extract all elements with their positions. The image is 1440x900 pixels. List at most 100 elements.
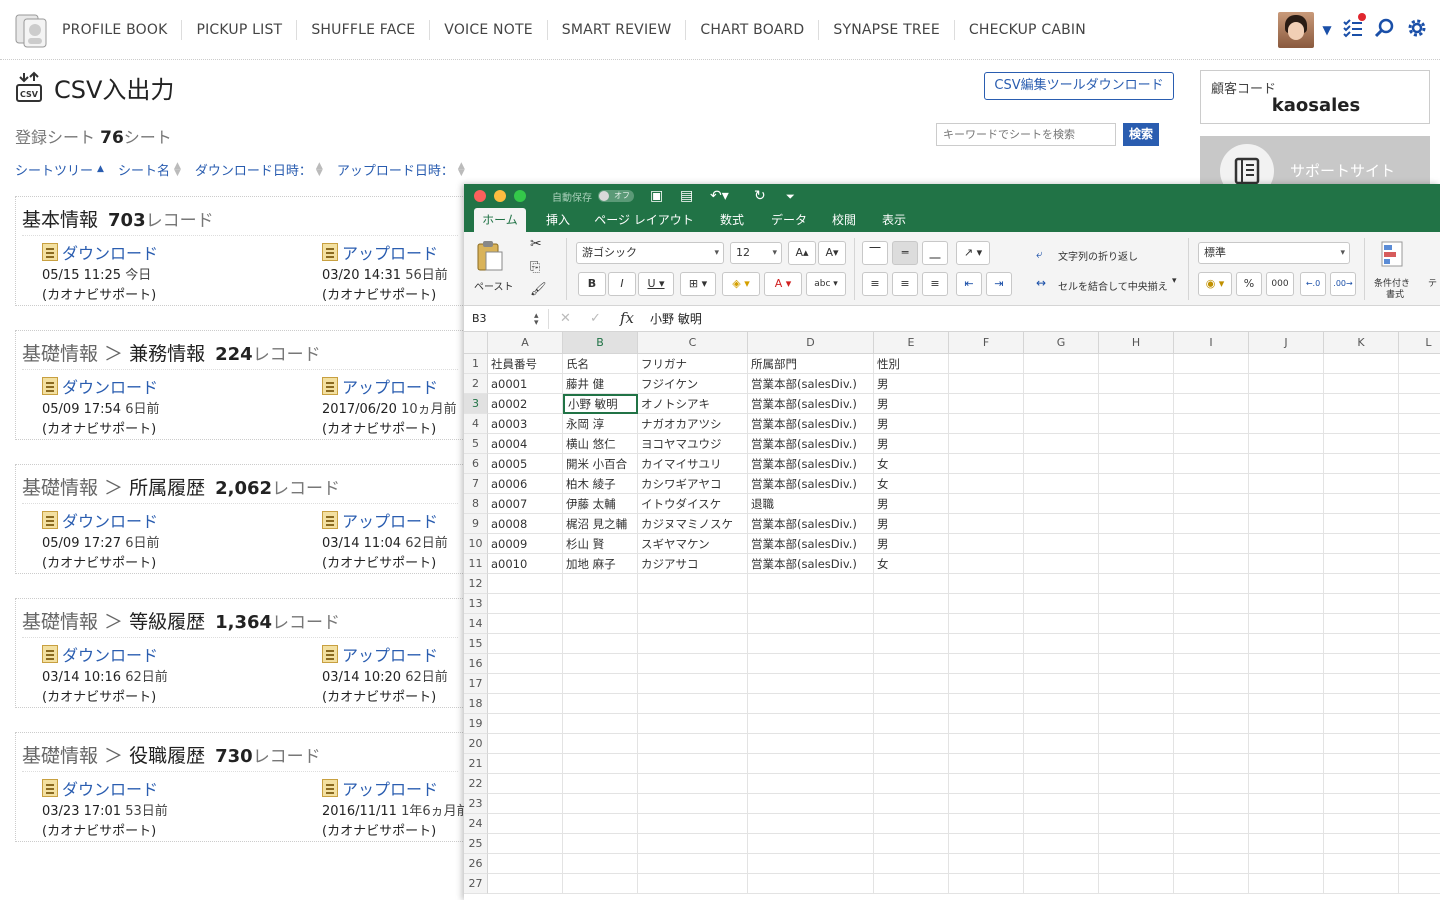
cell[interactable] — [1324, 594, 1399, 614]
cell[interactable] — [1174, 714, 1249, 734]
cell[interactable] — [874, 594, 949, 614]
cell[interactable] — [1249, 374, 1324, 394]
nav-profile-book[interactable]: PROFILE BOOK — [48, 20, 183, 40]
cell[interactable] — [1174, 474, 1249, 494]
nav-pickup-list[interactable]: PICKUP LIST — [182, 20, 298, 40]
number-format-select[interactable]: 標準 — [1198, 242, 1350, 264]
cell[interactable] — [488, 574, 563, 594]
cell[interactable] — [1324, 674, 1399, 694]
cell[interactable] — [1174, 814, 1249, 834]
cell[interactable] — [638, 794, 748, 814]
cell[interactable] — [1174, 354, 1249, 374]
cell[interactable]: a0008 — [488, 514, 563, 534]
cell[interactable] — [949, 774, 1024, 794]
cell[interactable] — [949, 414, 1024, 434]
font-color-icon[interactable]: A ▾ — [764, 272, 802, 296]
cell[interactable] — [638, 694, 748, 714]
cell[interactable] — [1174, 554, 1249, 574]
comma-icon[interactable]: 000 — [1266, 272, 1294, 296]
cell[interactable] — [1174, 834, 1249, 854]
align-top-icon[interactable]: ⎺ — [862, 241, 888, 265]
cell[interactable]: a0006 — [488, 474, 563, 494]
cell[interactable] — [949, 834, 1024, 854]
cell[interactable] — [1099, 854, 1174, 874]
cell[interactable] — [1099, 674, 1174, 694]
percent-icon[interactable]: % — [1236, 272, 1262, 296]
cell[interactable] — [1099, 514, 1174, 534]
cell[interactable] — [748, 774, 874, 794]
cell[interactable] — [1024, 514, 1099, 534]
font-shrink-icon[interactable]: A▾ — [818, 241, 846, 265]
cell[interactable]: a0004 — [488, 434, 563, 454]
cell[interactable] — [949, 534, 1024, 554]
cell[interactable] — [1399, 714, 1440, 734]
cell[interactable] — [1324, 814, 1399, 834]
row-header[interactable]: 24 — [464, 814, 488, 834]
cell[interactable] — [1324, 534, 1399, 554]
cell[interactable] — [874, 834, 949, 854]
cell[interactable] — [874, 574, 949, 594]
cell[interactable] — [1249, 654, 1324, 674]
cell[interactable]: フジイケン — [638, 374, 748, 394]
italic-icon[interactable]: I — [608, 272, 636, 296]
cell[interactable]: 開米 小百合 — [563, 454, 638, 474]
cell[interactable]: 男 — [874, 534, 949, 554]
cell[interactable] — [748, 814, 874, 834]
cell[interactable] — [563, 714, 638, 734]
cell[interactable] — [1024, 734, 1099, 754]
cell[interactable] — [748, 794, 874, 814]
cell[interactable] — [874, 694, 949, 714]
cell[interactable] — [1174, 374, 1249, 394]
cell[interactable] — [1249, 394, 1324, 414]
row-header[interactable]: 8 — [464, 494, 488, 514]
cell[interactable]: a0009 — [488, 534, 563, 554]
cell[interactable] — [1399, 454, 1440, 474]
fill-color-icon[interactable]: ◈ ▾ — [722, 272, 760, 296]
cell[interactable] — [1324, 614, 1399, 634]
cell[interactable] — [874, 874, 949, 894]
cell[interactable] — [1099, 794, 1174, 814]
cell[interactable] — [1249, 694, 1324, 714]
nav-voice-note[interactable]: VOICE NOTE — [430, 20, 548, 40]
cell[interactable] — [874, 734, 949, 754]
cell[interactable]: 柏木 綾子 — [563, 474, 638, 494]
row-header[interactable]: 14 — [464, 614, 488, 634]
cell[interactable] — [1024, 854, 1099, 874]
cell[interactable] — [1324, 774, 1399, 794]
cell[interactable] — [1099, 694, 1174, 714]
row-header[interactable]: 4 — [464, 414, 488, 434]
row-header[interactable]: 23 — [464, 794, 488, 814]
cell[interactable] — [1324, 874, 1399, 894]
paste-icon[interactable] — [476, 240, 504, 276]
cell[interactable] — [1099, 534, 1174, 554]
cell[interactable] — [949, 854, 1024, 874]
cell[interactable] — [1174, 874, 1249, 894]
cell[interactable] — [748, 874, 874, 894]
cell[interactable] — [563, 614, 638, 634]
cell[interactable]: 男 — [874, 394, 949, 414]
cell[interactable] — [563, 594, 638, 614]
cell[interactable] — [1249, 834, 1324, 854]
cell[interactable] — [1324, 434, 1399, 454]
cell[interactable]: フリガナ — [638, 354, 748, 374]
font-name-select[interactable]: 游ゴシック — [576, 242, 724, 264]
border-icon[interactable]: ⊞ ▾ — [680, 272, 716, 296]
cell[interactable] — [1099, 434, 1174, 454]
cell[interactable] — [1399, 534, 1440, 554]
cell[interactable]: カジヌマミノスケ — [638, 514, 748, 534]
select-all-corner[interactable] — [464, 332, 488, 354]
cell[interactable]: a0003 — [488, 414, 563, 434]
cell[interactable] — [949, 714, 1024, 734]
sort-download-time[interactable]: ダウンロード日時： ▲ ▼ — [195, 160, 323, 179]
cell[interactable] — [1249, 734, 1324, 754]
cell[interactable] — [638, 754, 748, 774]
nav-shuffle-face[interactable]: SHUFFLE FACE — [297, 20, 431, 40]
tab-page-layout[interactable]: ページ レイアウト — [590, 208, 698, 232]
cell[interactable] — [748, 734, 874, 754]
cell[interactable] — [1249, 474, 1324, 494]
cell[interactable] — [748, 614, 874, 634]
window-close-icon[interactable] — [474, 190, 486, 202]
cell[interactable] — [488, 694, 563, 714]
cell[interactable] — [1399, 654, 1440, 674]
cell[interactable] — [1024, 594, 1099, 614]
